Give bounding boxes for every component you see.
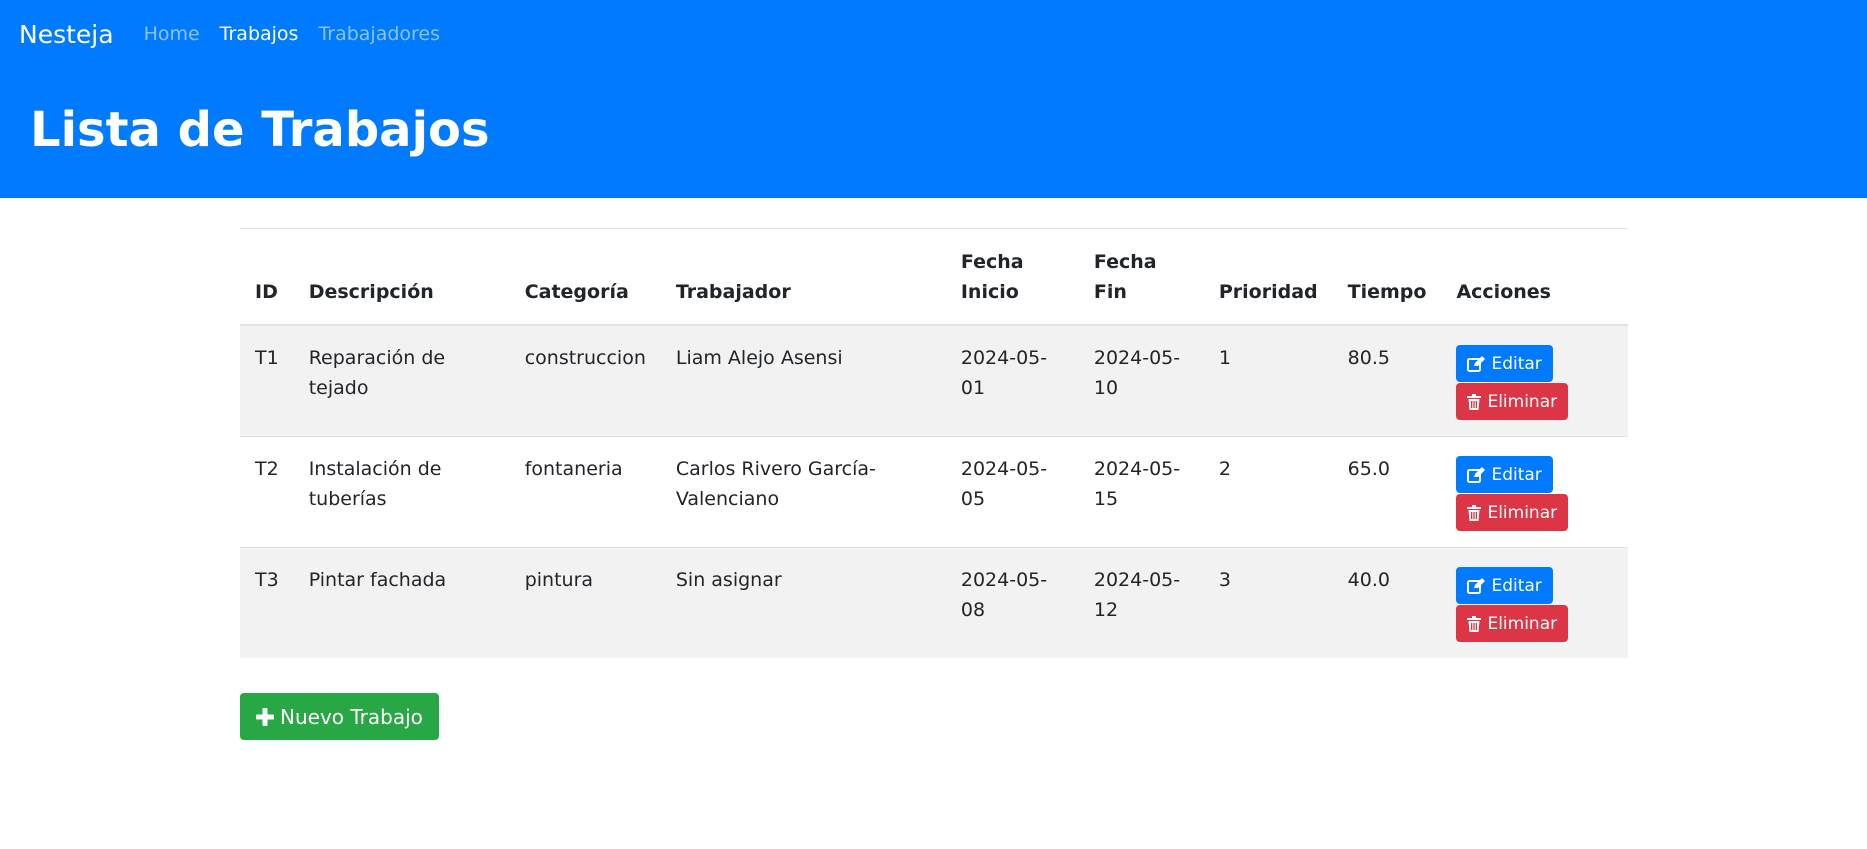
edit-icon bbox=[1467, 577, 1486, 594]
nav-link-trabajos[interactable]: Trabajos bbox=[220, 23, 299, 45]
header-id: ID bbox=[240, 228, 294, 326]
navbar: Nesteja Home Trabajos Trabajadores bbox=[0, 0, 1867, 68]
delete-button-label: Eliminar bbox=[1487, 613, 1558, 634]
delete-button[interactable]: Eliminar bbox=[1456, 605, 1569, 642]
cell-acciones: Editar Eliminar bbox=[1441, 324, 1628, 437]
cell-id: T2 bbox=[240, 436, 294, 548]
cell-descripcion: Reparación de tejado bbox=[293, 324, 510, 437]
header-acciones: Acciones bbox=[1441, 228, 1628, 326]
new-job-button-label: Nuevo Trabajo bbox=[280, 704, 423, 729]
cell-descripcion: Instalación de tuberías bbox=[293, 436, 510, 548]
cell-tiempo: 65.0 bbox=[1332, 436, 1442, 548]
header-descripcion: Descripción bbox=[293, 228, 510, 326]
cell-fecha-fin: 2024-05-10 bbox=[1078, 324, 1204, 437]
cell-categoria: fontaneria bbox=[509, 436, 661, 548]
plus-icon bbox=[256, 707, 274, 726]
edit-button[interactable]: Editar bbox=[1456, 345, 1553, 382]
cell-fecha-inicio: 2024-05-01 bbox=[945, 324, 1079, 437]
cell-trabajador: Carlos Rivero García-Valenciano bbox=[660, 436, 946, 548]
trash-icon bbox=[1467, 393, 1482, 410]
header-prioridad: Prioridad bbox=[1203, 228, 1333, 326]
cell-trabajador: Liam Alejo Asensi bbox=[660, 324, 946, 437]
cell-categoria: construccion bbox=[509, 324, 661, 437]
page-title: Lista de Trabajos bbox=[30, 102, 490, 158]
edit-button[interactable]: Editar bbox=[1456, 456, 1553, 493]
cell-prioridad: 2 bbox=[1203, 436, 1333, 548]
cell-acciones: Editar Eliminar bbox=[1441, 436, 1628, 548]
main-content: ID Descripción Categoría Trabajador Fech… bbox=[240, 228, 1628, 658]
cell-fecha-fin: 2024-05-12 bbox=[1078, 547, 1204, 658]
cell-tiempo: 80.5 bbox=[1332, 324, 1442, 437]
table-header-row: ID Descripción Categoría Trabajador Fech… bbox=[240, 228, 1628, 326]
cell-fecha-fin: 2024-05-15 bbox=[1078, 436, 1204, 548]
header-tiempo: Tiempo bbox=[1332, 228, 1442, 326]
header-fecha-fin: Fecha Fin bbox=[1078, 228, 1204, 326]
nav-link-trabajadores[interactable]: Trabajadores bbox=[318, 23, 440, 45]
cell-acciones: Editar Eliminar bbox=[1441, 547, 1628, 658]
header-fecha-inicio: Fecha Inicio bbox=[945, 228, 1079, 326]
jobs-table: ID Descripción Categoría Trabajador Fech… bbox=[240, 228, 1628, 658]
delete-button-label: Eliminar bbox=[1487, 391, 1558, 412]
cell-fecha-inicio: 2024-05-08 bbox=[945, 547, 1079, 658]
edit-button[interactable]: Editar bbox=[1456, 567, 1553, 604]
delete-button[interactable]: Eliminar bbox=[1456, 383, 1569, 420]
trash-icon bbox=[1467, 504, 1482, 521]
edit-button-label: Editar bbox=[1491, 353, 1542, 374]
cell-id: T3 bbox=[240, 547, 294, 658]
new-job-button[interactable]: Nuevo Trabajo bbox=[240, 693, 439, 740]
table-row: T3 Pintar fachada pintura Sin asignar 20… bbox=[240, 547, 1628, 658]
edit-icon bbox=[1467, 466, 1486, 483]
cell-fecha-inicio: 2024-05-05 bbox=[945, 436, 1079, 548]
table-row: T1 Reparación de tejado construccion Lia… bbox=[240, 324, 1628, 437]
cell-trabajador: Sin asignar bbox=[660, 547, 946, 658]
cell-id: T1 bbox=[240, 324, 294, 437]
delete-button[interactable]: Eliminar bbox=[1456, 494, 1569, 531]
cell-prioridad: 3 bbox=[1203, 547, 1333, 658]
page-header: Nesteja Home Trabajos Trabajadores Lista… bbox=[0, 0, 1867, 198]
header-trabajador: Trabajador bbox=[660, 228, 946, 326]
trash-icon bbox=[1467, 615, 1482, 632]
header-categoria: Categoría bbox=[509, 228, 661, 326]
table-row: T2 Instalación de tuberías fontaneria Ca… bbox=[240, 436, 1628, 548]
edit-button-label: Editar bbox=[1491, 464, 1542, 485]
cell-prioridad: 1 bbox=[1203, 324, 1333, 437]
edit-icon bbox=[1467, 355, 1486, 372]
cell-descripcion: Pintar fachada bbox=[293, 547, 510, 658]
edit-button-label: Editar bbox=[1491, 575, 1542, 596]
nav-link-home[interactable]: Home bbox=[144, 23, 200, 45]
brand-link[interactable]: Nesteja bbox=[19, 20, 114, 49]
cell-categoria: pintura bbox=[509, 547, 661, 658]
cell-tiempo: 40.0 bbox=[1332, 547, 1442, 658]
delete-button-label: Eliminar bbox=[1487, 502, 1558, 523]
